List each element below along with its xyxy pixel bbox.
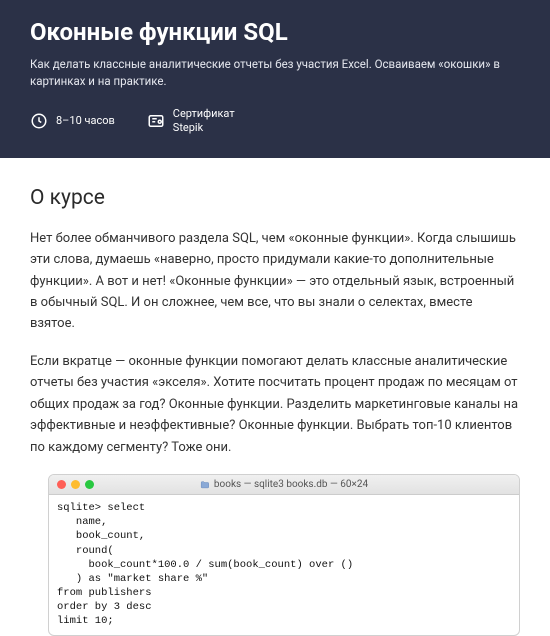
- terminal-title-text: books — sqlite3 books.db — 60×24: [214, 479, 368, 490]
- content-section: О курсе Нет более обманчивого раздела SQ…: [0, 158, 550, 458]
- duration-meta: 8–10 часов: [30, 112, 115, 130]
- maximize-icon: [85, 480, 94, 489]
- terminal-title: books — sqlite3 books.db — 60×24: [200, 479, 368, 490]
- about-paragraph-2: Если вкратце — оконные функции помогают …: [30, 351, 520, 458]
- traffic-lights: [57, 480, 94, 489]
- hero-section: Оконные функции SQL Как делать классные …: [0, 0, 550, 158]
- close-icon: [57, 480, 66, 489]
- folder-icon: [200, 480, 210, 490]
- page-title: Оконные функции SQL: [30, 18, 520, 46]
- certificate-text: Сертификат Stepik: [173, 107, 235, 133]
- about-paragraph-1: Нет более обманчивого раздела SQL, чем «…: [30, 228, 520, 335]
- terminal-example: books — sqlite3 books.db — 60×24 sqlite>…: [48, 474, 520, 636]
- minimize-icon: [71, 480, 80, 489]
- cert-line2: Stepik: [173, 121, 235, 134]
- duration-text: 8–10 часов: [56, 114, 115, 127]
- terminal-window: books — sqlite3 books.db — 60×24 sqlite>…: [48, 474, 520, 636]
- hero-meta: 8–10 часов Сертификат Stepik: [30, 107, 520, 133]
- cert-line1: Сертификат: [173, 107, 235, 120]
- terminal-titlebar: books — sqlite3 books.db — 60×24: [49, 475, 519, 495]
- about-heading: О курсе: [30, 186, 520, 210]
- page-subtitle: Как делать классные аналитические отчеты…: [30, 56, 520, 89]
- certificate-icon: [147, 112, 165, 130]
- clock-icon: [30, 112, 48, 130]
- certificate-meta: Сертификат Stepik: [147, 107, 235, 133]
- terminal-body: sqlite> select name, book_count, round( …: [49, 495, 519, 635]
